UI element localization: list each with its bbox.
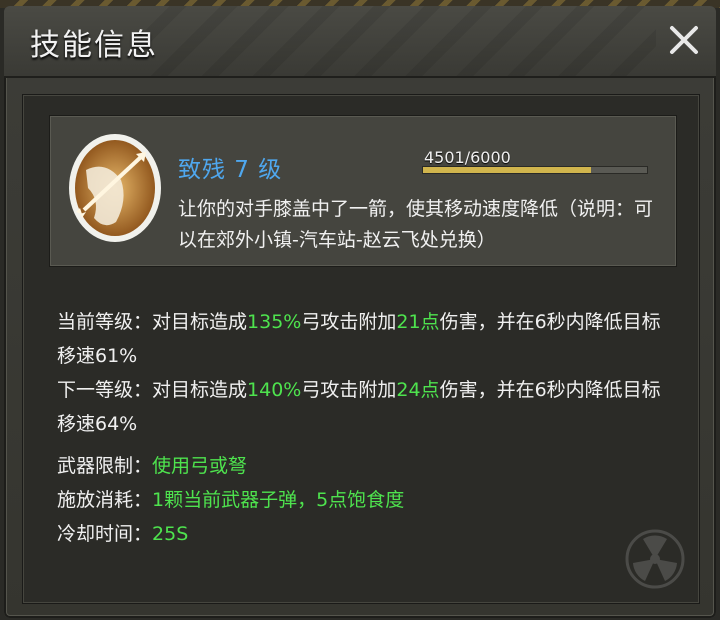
close-icon	[670, 26, 698, 54]
radiation-icon	[625, 529, 685, 589]
exp-text: 4501/6000	[424, 148, 511, 167]
exp-bar-fill	[423, 167, 592, 173]
arrow-knee-icon	[69, 134, 161, 242]
weapon-limit-label: 武器限制：	[57, 455, 153, 477]
panel-header: 技能信息	[4, 6, 716, 78]
current-level-damage-pct: 135%	[247, 311, 302, 333]
weapon-limit-value: 使用弓或弩	[152, 455, 248, 477]
next-level-text-2: 弓攻击附加	[301, 379, 397, 401]
exp-bar	[422, 166, 648, 174]
next-level-label: 下一等级：	[57, 379, 153, 401]
cast-cost-value: 1颗当前武器子弹，5点饱食度	[152, 489, 405, 511]
weapon-limit-row: 武器限制：使用弓或弩	[57, 449, 677, 483]
skill-card: 致残 7 级 4501/6000 让你的对手膝盖中了一箭，使其移动速度降低（说明…	[49, 115, 677, 267]
skill-description: 让你的对手膝盖中了一箭，使其移动速度降低（说明：可以在郊外小镇-汽车站-赵云飞处…	[178, 198, 654, 251]
skill-info-panel: 技能信息 致残 7 级 4501/6000 让你的对手膝盖中了一箭，使其移动速度…	[4, 6, 716, 618]
next-level-text-1: 对目标造成	[152, 379, 248, 401]
next-level-damage-pct: 140%	[247, 379, 302, 401]
cast-cost-label: 施放消耗：	[57, 489, 153, 511]
current-level-row: 当前等级：对目标造成135%弓攻击附加21点伤害，并在6秒内降低目标移速61%	[57, 305, 677, 373]
skill-details: 当前等级：对目标造成135%弓攻击附加21点伤害，并在6秒内降低目标移速61% …	[57, 305, 677, 551]
current-level-text-2: 弓攻击附加	[301, 311, 397, 333]
current-level-bonus: 21点	[396, 311, 440, 333]
content-area: 致残 7 级 4501/6000 让你的对手膝盖中了一箭，使其移动速度降低（说明…	[22, 94, 700, 604]
panel-title: 技能信息	[30, 28, 158, 63]
current-level-label: 当前等级：	[57, 311, 153, 333]
cooldown-row: 冷却时间：25S	[57, 517, 677, 551]
next-level-bonus: 24点	[396, 379, 440, 401]
skill-name: 致残 7 级	[178, 157, 283, 183]
next-level-row: 下一等级：对目标造成140%弓攻击附加24点伤害，并在6秒内降低目标移速64%	[57, 373, 677, 441]
cast-cost-row: 施放消耗：1颗当前武器子弹，5点饱食度	[57, 483, 677, 517]
cooldown-label: 冷却时间：	[57, 523, 153, 545]
cooldown-value: 25S	[152, 523, 189, 545]
header-hazard-stripes	[136, 6, 656, 76]
current-level-text-1: 对目标造成	[152, 311, 248, 333]
close-button[interactable]	[666, 22, 702, 58]
